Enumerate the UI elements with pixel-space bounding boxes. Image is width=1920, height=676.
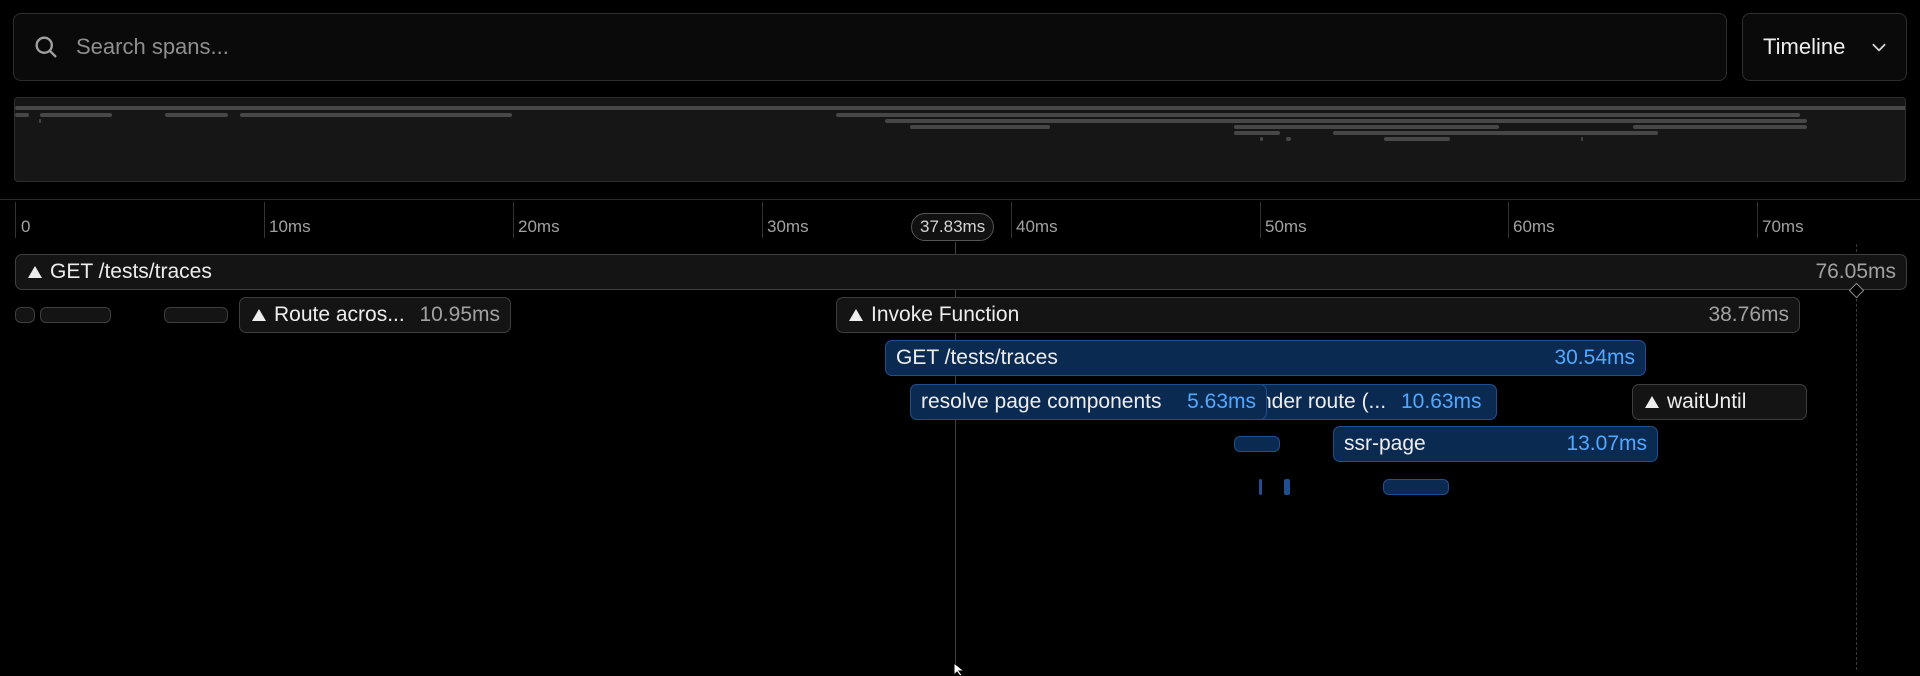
ruler-tick <box>15 202 16 238</box>
search-box[interactable] <box>13 13 1727 81</box>
span-name: GET /tests/traces <box>50 260 212 283</box>
span-name: ssr-page <box>1344 432 1426 455</box>
chevron-down-icon <box>1872 43 1886 52</box>
span-duration: 10.95ms <box>419 303 500 326</box>
mouse-pointer-icon <box>953 662 966 676</box>
span-name: GET /tests/traces <box>896 346 1058 369</box>
minimap-bar <box>1333 131 1658 135</box>
minimap-bar <box>885 119 1645 123</box>
span-chip[interactable] <box>15 307 35 323</box>
minimap-bar <box>1581 137 1583 141</box>
ruler-tick-label: 50ms <box>1265 217 1307 236</box>
cursor-time-label: 37.83ms <box>911 213 995 241</box>
span-chip[interactable] <box>164 307 228 323</box>
minimap-bar <box>39 119 41 123</box>
span-chip[interactable] <box>40 307 111 323</box>
span-duration: 13.07ms <box>1566 432 1647 455</box>
view-mode-value: Timeline <box>1763 34 1846 59</box>
span-root[interactable]: GET /tests/traces 76.05ms <box>15 254 1907 290</box>
span-name: Invoke Function <box>871 303 1020 326</box>
search-input[interactable] <box>74 13 1726 81</box>
ruler-tick-label: 60ms <box>1513 217 1555 236</box>
ruler-tick <box>1757 202 1758 238</box>
span-chip[interactable] <box>1259 479 1262 495</box>
minimap-bar <box>1633 119 1807 123</box>
span-name: waitUntil <box>1667 390 1747 413</box>
minimap-bar <box>1633 125 1807 129</box>
span-route[interactable]: Route acros... 10.95ms <box>239 297 511 333</box>
minimap-bar <box>910 125 1050 129</box>
span-chip[interactable] <box>1234 436 1280 452</box>
span-resolve-page-components[interactable]: resolve page components 5.63ms <box>910 384 1267 420</box>
ruler-tick-label: 0 <box>21 217 31 236</box>
span-duration: 38.76ms <box>1708 303 1789 326</box>
ruler-tick-label: 30ms <box>767 217 809 236</box>
span-duration: 10.63ms <box>1401 390 1482 413</box>
ruler-tick-label: 40ms <box>1016 217 1058 236</box>
span-name: resolve page components <box>921 390 1162 413</box>
span-invoke-function[interactable]: Invoke Function 38.76ms <box>836 297 1800 333</box>
span-duration: 76.05ms <box>1815 260 1896 283</box>
span-name: Route acros... <box>274 303 405 326</box>
span-ssr-page[interactable]: ssr-page 13.07ms <box>1333 426 1658 462</box>
ruler-tick <box>1508 202 1509 238</box>
ruler-tick <box>1260 202 1261 238</box>
span-chip[interactable] <box>1383 479 1449 495</box>
ruler-tick <box>264 202 265 238</box>
trace-minimap[interactable] <box>14 97 1906 182</box>
minimap-bar <box>15 106 1905 110</box>
span-wait-until[interactable]: waitUntil <box>1632 384 1807 420</box>
span-chip[interactable] <box>1284 479 1290 495</box>
ruler-tick <box>1011 202 1012 238</box>
minimap-bar <box>1260 137 1263 141</box>
span-get-inner[interactable]: GET /tests/traces 30.54ms <box>885 340 1646 376</box>
minimap-bar <box>1234 131 1280 135</box>
search-icon <box>35 36 57 58</box>
ruler-tick <box>513 202 514 238</box>
ruler-tick-label: 20ms <box>518 217 560 236</box>
minimap-bar <box>165 113 228 117</box>
trace-end-line <box>1856 244 1857 670</box>
span-duration: 5.63ms <box>1187 390 1256 413</box>
ruler-tick-label: 10ms <box>269 217 311 236</box>
view-mode-select[interactable]: Timeline <box>1742 13 1907 81</box>
minimap-bar <box>1234 125 1499 129</box>
span-name: nder route (... <box>1260 390 1387 413</box>
minimap-bar <box>40 113 112 117</box>
minimap-bar <box>15 113 29 117</box>
span-duration: 30.54ms <box>1554 346 1635 369</box>
minimap-bar <box>1384 137 1450 141</box>
minimap-bar <box>240 113 512 117</box>
ruler-tick <box>762 202 763 238</box>
minimap-bar <box>836 113 1800 117</box>
minimap-bar <box>1286 137 1291 141</box>
ruler-tick-label: 70ms <box>1762 217 1804 236</box>
